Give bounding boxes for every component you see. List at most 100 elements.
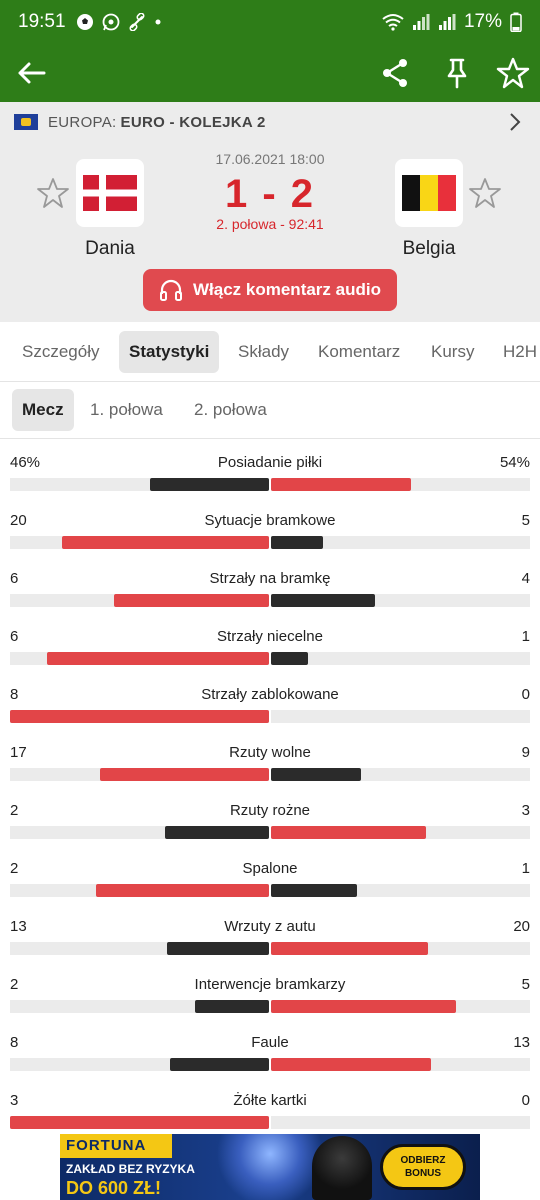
ad-brand: FORTUNA: [60, 1134, 172, 1158]
stat-away-track: [271, 594, 530, 607]
stat-away-value: 5: [521, 512, 530, 529]
chevron-right-icon[interactable]: [508, 112, 522, 132]
tab-odds[interactable]: Kursy: [421, 331, 484, 373]
stat-label: Spalone: [242, 860, 298, 877]
stat-row: 2 Spalone 1: [0, 852, 540, 910]
stat-away-value: 0: [521, 1092, 530, 1109]
stat-home-value: 3: [10, 1092, 19, 1109]
stat-away-value: 3: [521, 802, 530, 819]
stat-row: 17 Rzuty wolne 9: [0, 736, 540, 794]
soccer-ball-icon: [76, 14, 93, 30]
stat-home-value: 8: [10, 1034, 19, 1051]
period-tabs: Mecz 1. połowa 2. połowa: [0, 383, 540, 439]
tab-h2h[interactable]: H2H: [493, 331, 540, 373]
stat-label: Strzały niecelne: [217, 628, 323, 645]
stat-row: 2 Rzuty rożne 3: [0, 794, 540, 852]
stat-home-track: [10, 536, 269, 549]
stat-label: Żółte kartki: [233, 1092, 307, 1109]
stat-away-value: 5: [521, 976, 530, 993]
home-team-logo[interactable]: [76, 159, 144, 227]
stat-away-bar: [271, 942, 428, 955]
stat-home-value: 17: [10, 744, 27, 761]
europe-flag-icon: [14, 114, 38, 130]
stat-away-value: 4: [521, 570, 530, 587]
battery-icon: [510, 12, 522, 32]
stat-home-value: 13: [10, 918, 27, 935]
signal-icon: [412, 14, 430, 30]
stat-away-bar: [271, 594, 375, 607]
stat-away-value: 13: [513, 1034, 530, 1051]
share-icon[interactable]: [378, 56, 412, 90]
stat-away-track: [271, 536, 530, 549]
headphones-icon: [160, 279, 182, 301]
ad-cta-line2: BONUS: [404, 1168, 442, 1179]
stat-away-value: 20: [513, 918, 530, 935]
favorite-star-icon[interactable]: [496, 56, 530, 90]
stat-home-bar: [62, 536, 269, 549]
stat-home-track: [10, 826, 269, 839]
tab-lineups[interactable]: Składy: [228, 331, 299, 373]
stat-label: Strzały na bramkę: [209, 570, 331, 587]
stat-label: Wrzuty z autu: [224, 918, 316, 935]
stat-home-value: 20: [10, 512, 27, 529]
away-favorite-star-icon[interactable]: [468, 176, 502, 210]
stat-away-bar: [271, 826, 426, 839]
stat-away-track: [271, 1116, 530, 1129]
stat-home-track: [10, 1058, 269, 1071]
stat-away-value: 1: [521, 860, 530, 877]
ad-cta-button[interactable]: ODBIERZ BONUS: [380, 1144, 466, 1190]
app-bar: [0, 44, 540, 102]
denmark-flag-icon: [83, 175, 137, 211]
home-favorite-star-icon[interactable]: [36, 176, 70, 210]
stat-away-track: [271, 1058, 530, 1071]
stat-home-bar: [96, 884, 269, 897]
stat-label: Interwencje bramkarzy: [194, 976, 346, 993]
ad-offer: DO 600 ZŁ!: [66, 1178, 162, 1198]
stat-label: Strzały zablokowane: [201, 686, 339, 703]
league-header[interactable]: EUROPA: EURO - KOLEJKA 2: [0, 102, 540, 142]
stat-home-bar: [10, 1116, 269, 1129]
stat-home-value: 2: [10, 802, 19, 819]
tab-statistics[interactable]: Statystyki: [119, 331, 220, 373]
ad-banner[interactable]: FORTUNA ZAKŁAD BEZ RYZYKA DO 600 ZŁ! ODB…: [60, 1134, 480, 1200]
pin-icon[interactable]: [440, 56, 474, 90]
wifi-icon: [382, 14, 404, 31]
audio-commentary-button[interactable]: Włącz komentarz audio: [143, 269, 397, 311]
stat-home-value: 2: [10, 976, 19, 993]
belgium-flag-icon: [402, 175, 456, 211]
stat-home-bar: [150, 478, 269, 491]
ad-person-image: [312, 1136, 372, 1200]
stat-away-bar: [271, 1058, 431, 1071]
dot-icon: [155, 19, 161, 25]
subtab-first-half[interactable]: 1. połowa: [80, 389, 173, 431]
stat-away-bar: [271, 1000, 456, 1013]
subtab-second-half[interactable]: 2. połowa: [184, 389, 277, 431]
stat-away-value: 9: [521, 744, 530, 761]
home-team-name[interactable]: Dania: [50, 238, 170, 260]
ad-cta-line1: ODBIERZ: [400, 1155, 446, 1166]
stat-row: 46% Posiadanie piłki 54%: [0, 446, 540, 504]
stat-home-value: 46%: [10, 454, 41, 471]
stat-home-track: [10, 942, 269, 955]
stat-home-bar: [167, 942, 269, 955]
match-period: 2. połowa - 92:41: [216, 216, 324, 232]
stat-away-value: 0: [521, 686, 530, 703]
stat-away-track: [271, 710, 530, 723]
audio-commentary-label: Włącz komentarz audio: [193, 280, 381, 299]
tab-details[interactable]: Szczegóły: [12, 331, 109, 373]
stat-label: Rzuty rożne: [229, 802, 311, 819]
tab-commentary[interactable]: Komentarz: [308, 331, 410, 373]
back-arrow-icon[interactable]: [14, 56, 48, 90]
stat-away-value: 1: [521, 628, 530, 645]
subtab-match[interactable]: Mecz: [12, 389, 74, 431]
away-team-name[interactable]: Belgia: [369, 238, 489, 260]
away-team-logo[interactable]: [395, 159, 463, 227]
stat-home-track: [10, 768, 269, 781]
stat-label: Rzuty wolne: [229, 744, 311, 761]
stat-home-bar: [100, 768, 269, 781]
status-notification-icons: [76, 13, 162, 31]
match-datetime: 17.06.2021 18:00: [215, 151, 325, 167]
stat-home-track: [10, 1116, 269, 1129]
stat-home-bar: [114, 594, 269, 607]
stat-away-bar: [271, 884, 357, 897]
